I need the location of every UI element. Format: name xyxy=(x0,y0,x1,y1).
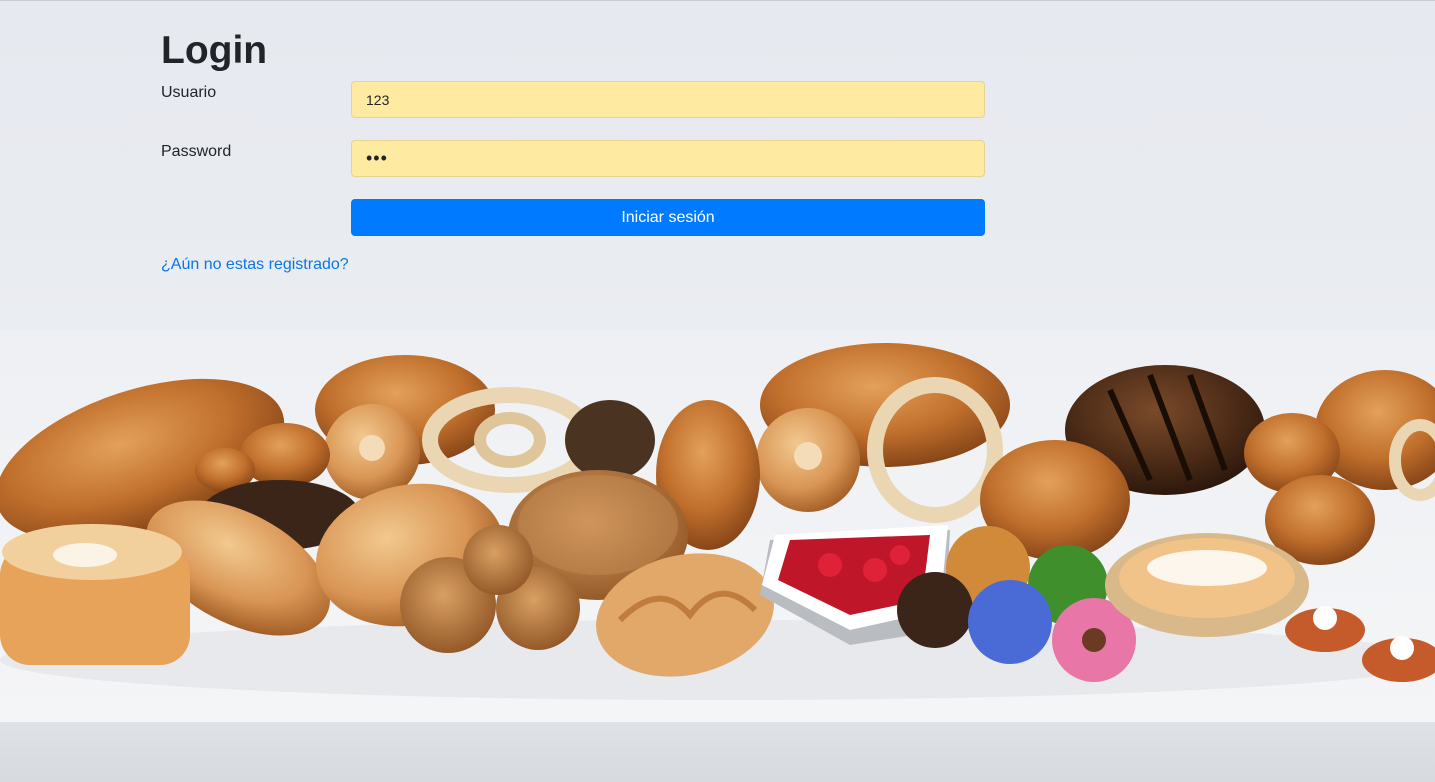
login-button[interactable]: Iniciar sesión xyxy=(351,199,985,236)
bakery-background-image xyxy=(0,330,1435,722)
register-link[interactable]: ¿Aún no estas registrado? xyxy=(161,256,349,274)
user-label: Usuario xyxy=(161,84,217,101)
page-title: Login xyxy=(161,29,268,72)
footer-band xyxy=(0,722,1435,782)
top-border xyxy=(0,0,1435,1)
user-input[interactable] xyxy=(351,81,985,118)
password-input[interactable] xyxy=(351,140,985,177)
password-label: Password xyxy=(161,143,232,160)
